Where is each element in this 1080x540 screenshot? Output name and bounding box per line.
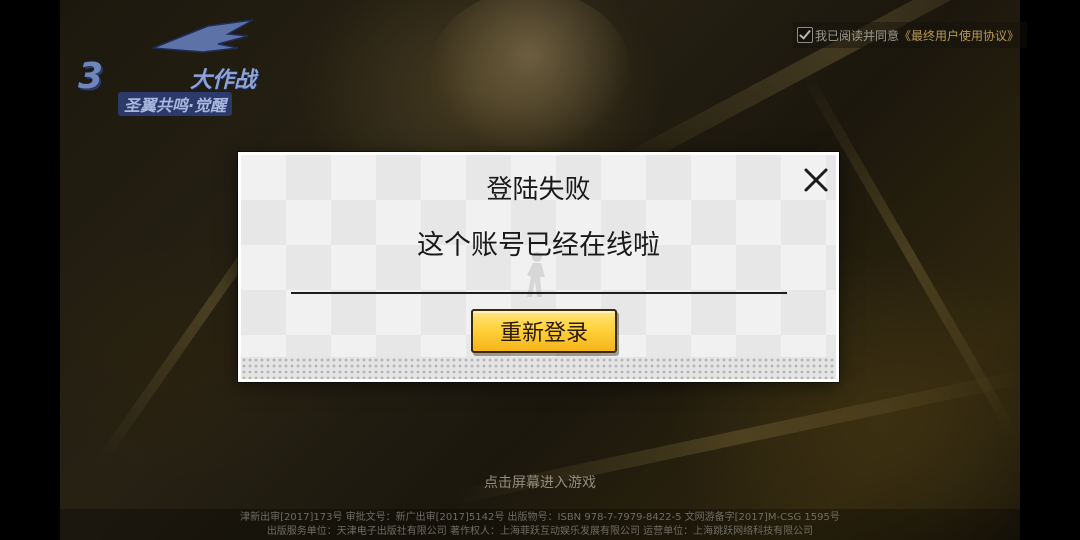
game-login-screen[interactable]: 3 大作战 圣翼共鸣·觉醒 我已阅读并同意 《最终用户使用协议》 点击屏幕进入游… bbox=[0, 0, 1080, 540]
user-agreement-toggle[interactable]: 我已阅读并同意 《最终用户使用协议》 bbox=[793, 22, 1028, 48]
wing-emblem-icon bbox=[152, 19, 254, 53]
agreement-prefix: 我已阅读并同意 bbox=[815, 28, 900, 43]
relogin-button-label: 重新登录 bbox=[499, 321, 588, 346]
dialog-divider bbox=[291, 292, 787, 294]
dialog-message: 这个账号已经在线啦 bbox=[417, 230, 660, 261]
logo-subtitle: 圣翼共鸣·觉醒 bbox=[118, 92, 233, 116]
close-button[interactable] bbox=[801, 165, 831, 195]
license-line-1: 津新出审[2017]173号 审批文号：新广出审[2017]5142号 出版物号… bbox=[240, 512, 840, 523]
login-failed-dialog: 登陆失败 这个账号已经在线啦 重新登录 bbox=[238, 152, 839, 382]
license-footer: 津新出审[2017]173号 审批文号：新广出审[2017]5142号 出版物号… bbox=[60, 509, 1020, 540]
logo-mark: 3 bbox=[78, 56, 106, 97]
logo-title: 大作战 bbox=[190, 68, 257, 93]
checkbox-checked-icon[interactable] bbox=[797, 27, 813, 43]
game-logo: 3 大作战 圣翼共鸣·觉醒 bbox=[78, 18, 278, 118]
license-line-2: 出版服务单位：天津电子出版社有限公司 著作权人：上海菲跃互动娱乐发展有限公司 运… bbox=[266, 526, 814, 537]
dialog-bottom-pattern bbox=[241, 357, 836, 379]
tap-to-start-text: 点击屏幕进入游戏 bbox=[484, 475, 596, 491]
relogin-button[interactable]: 重新登录 bbox=[471, 309, 617, 353]
close-icon[interactable] bbox=[801, 165, 831, 195]
agreement-link[interactable]: 《最终用户使用协议》 bbox=[899, 27, 1019, 44]
dialog-title: 登陆失败 bbox=[486, 175, 591, 205]
